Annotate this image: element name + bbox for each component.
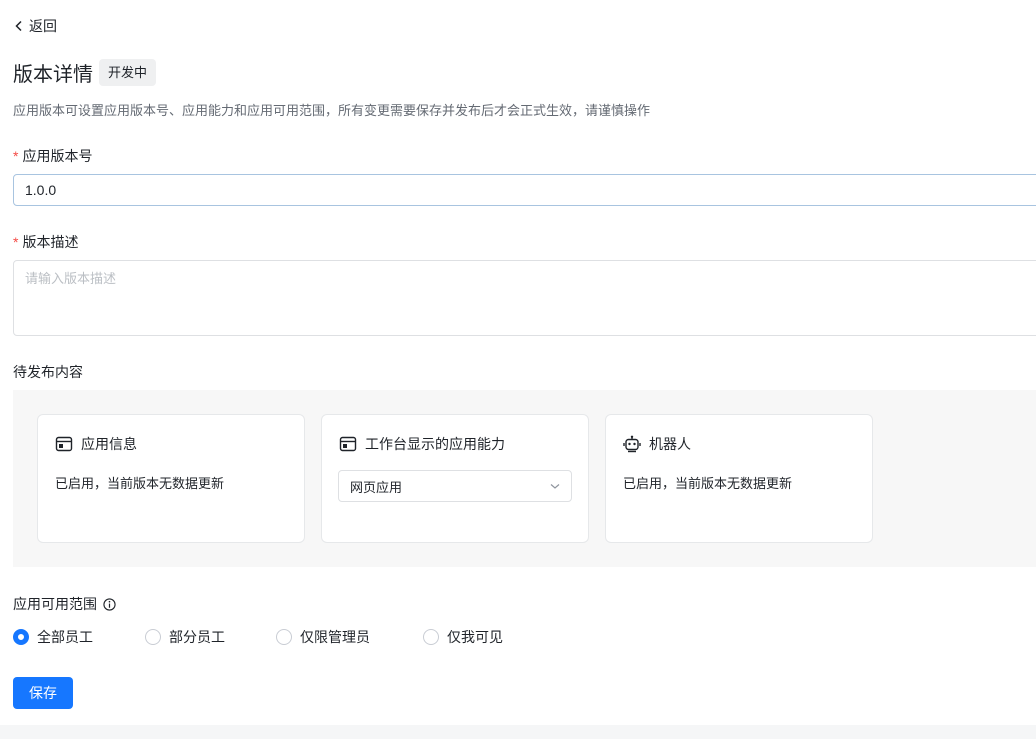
- scope-label-text: 应用可用范围: [13, 596, 97, 612]
- radio-all-employees[interactable]: 全部员工: [13, 627, 93, 647]
- description-label-text: 版本描述: [22, 234, 79, 250]
- radio-label: 仅限管理员: [300, 629, 370, 645]
- card-header: 应用信息: [55, 434, 137, 454]
- capability-select-value: 网页应用: [350, 479, 403, 495]
- robot-icon: [623, 435, 641, 453]
- card-title: 机器人: [649, 436, 691, 452]
- info-icon[interactable]: [103, 597, 116, 611]
- back-link[interactable]: 返回: [13, 16, 57, 36]
- card-app-info: 应用信息 已启用，当前版本无数据更新: [37, 414, 305, 543]
- card-status-text: 已启用，当前版本无数据更新: [623, 476, 793, 491]
- page-title: 版本详情: [13, 64, 93, 86]
- radio-label: 仅我可见: [447, 629, 503, 645]
- card-robot: 机器人 已启用，当前版本无数据更新: [605, 414, 873, 543]
- radio-button[interactable]: [13, 629, 29, 645]
- page-description: 应用版本可设置应用版本号、应用能力和应用可用范围，所有变更需要保存并发布后才会正…: [13, 103, 651, 118]
- status-badge: 开发中: [99, 59, 157, 86]
- radio-label: 全部员工: [37, 629, 93, 645]
- save-button[interactable]: 保存: [13, 677, 73, 709]
- radio-button[interactable]: [145, 629, 161, 645]
- card-title: 工作台显示的应用能力: [365, 436, 505, 452]
- description-textarea[interactable]: [13, 260, 1036, 336]
- window-icon: [55, 436, 73, 452]
- version-field-label: * 应用版本号: [13, 146, 92, 166]
- window-icon: [339, 436, 357, 452]
- title-row: 版本详情 开发中: [13, 58, 157, 87]
- radio-button[interactable]: [423, 629, 439, 645]
- radio-only-me[interactable]: 仅我可见: [423, 627, 503, 647]
- radio-admins-only[interactable]: 仅限管理员: [276, 627, 370, 647]
- capability-select[interactable]: 网页应用: [338, 470, 572, 502]
- description-field-label: * 版本描述: [13, 232, 78, 252]
- version-label-text: 应用版本号: [22, 148, 93, 164]
- scope-label: 应用可用范围: [13, 594, 116, 614]
- version-detail-page: 返回 版本详情 开发中 应用版本可设置应用版本号、应用能力和应用可用范围，所有变…: [0, 0, 1036, 725]
- radio-label: 部分员工: [169, 629, 225, 645]
- back-label: 返回: [29, 18, 57, 34]
- card-header: 机器人: [623, 434, 691, 454]
- radio-some-employees[interactable]: 部分员工: [145, 627, 225, 647]
- chevron-left-icon: [15, 20, 22, 32]
- version-input[interactable]: [13, 174, 1036, 206]
- card-header: 工作台显示的应用能力: [339, 434, 505, 454]
- card-title: 应用信息: [81, 436, 137, 452]
- required-mark: *: [13, 148, 19, 164]
- pending-content-panel: 应用信息 已启用，当前版本无数据更新 工作台显示的应用能力 网页应用 机器人 已…: [13, 390, 1036, 567]
- card-workbench-capability: 工作台显示的应用能力 网页应用: [321, 414, 589, 543]
- radio-button[interactable]: [276, 629, 292, 645]
- pending-content-label: 待发布内容: [13, 364, 83, 380]
- required-mark: *: [13, 234, 19, 250]
- card-status-text: 已启用，当前版本无数据更新: [55, 476, 225, 491]
- chevron-down-icon: [550, 484, 560, 489]
